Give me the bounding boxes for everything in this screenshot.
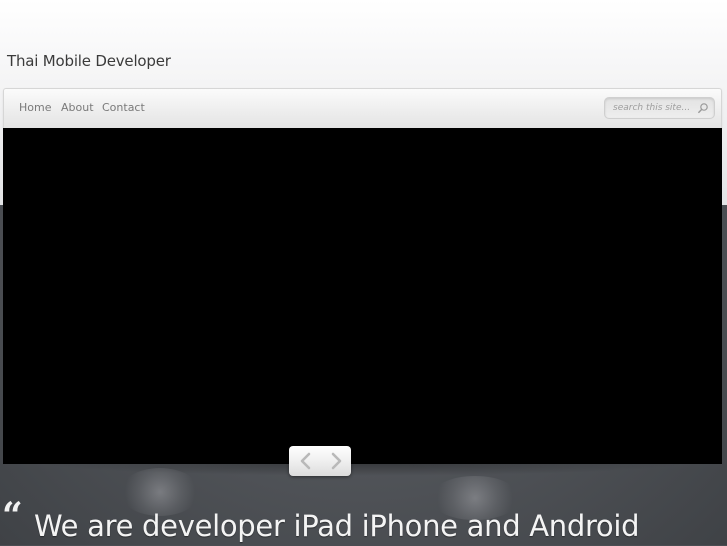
site-title[interactable]: Thai Mobile Developer	[7, 52, 171, 70]
slider-navigation	[289, 446, 351, 476]
quote-mark: “	[2, 495, 23, 537]
search-icon[interactable]	[697, 102, 709, 114]
nav-home-link[interactable]: Home	[19, 101, 51, 114]
search-box	[604, 97, 715, 119]
slider-shadow	[30, 462, 697, 476]
chevron-right-icon	[331, 452, 342, 470]
nav-contact-link[interactable]: Contact	[102, 101, 145, 114]
nav-bar: Home About Contact	[3, 88, 722, 128]
search-input[interactable]	[613, 101, 693, 115]
slider-next-button[interactable]	[325, 451, 347, 471]
tagline-text: We are developer iPad iPhone and Android	[34, 509, 640, 543]
image-slider	[3, 128, 722, 464]
chevron-left-icon	[300, 452, 311, 470]
slider-prev-button[interactable]	[295, 451, 317, 471]
nav-about-link[interactable]: About	[61, 101, 94, 114]
